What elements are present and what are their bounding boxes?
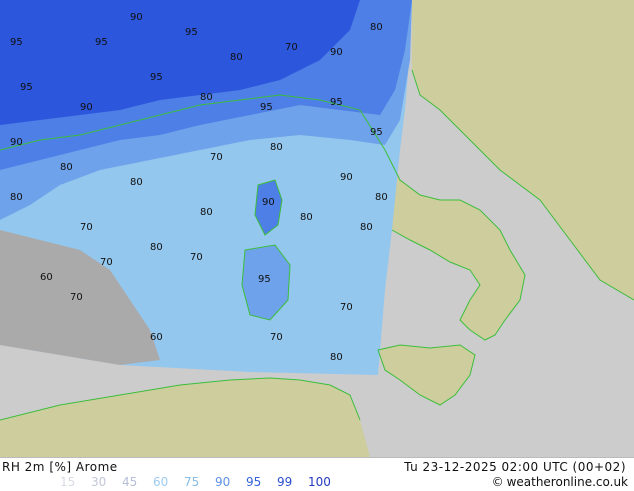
contour-label: 90 — [262, 197, 275, 208]
contour-label: 80 — [130, 177, 143, 188]
contour-label: 70 — [285, 42, 298, 53]
parameter-title: RH 2m [%] Arome — [2, 460, 118, 474]
contour-label: 95 — [370, 127, 383, 138]
contour-label: 70 — [210, 152, 223, 163]
contour-label: 60 — [150, 332, 163, 343]
contour-label: 90 — [340, 172, 353, 183]
legend-value: 75 — [184, 475, 200, 489]
contour-label: 70 — [270, 332, 283, 343]
legend-value: 15 — [60, 475, 76, 489]
legend-value: 45 — [122, 475, 138, 489]
contour-label: 95 — [150, 72, 163, 83]
contour-label: 90 — [130, 12, 143, 23]
contour-label: 80 — [375, 192, 388, 203]
contour-label: 90 — [10, 137, 23, 148]
legend-value: 95 — [246, 475, 262, 489]
color-legend: 15 30 45 60 75 90 95 99 100 — [60, 475, 339, 489]
copyright-icon: © — [491, 475, 504, 489]
contour-label: 80 — [360, 222, 373, 233]
footer-row-bottom: 15 30 45 60 75 90 95 99 100 © weatheronl… — [0, 475, 634, 491]
contour-label: 80 — [270, 142, 283, 153]
map-footer: RH 2m [%] Arome Tu 23-12-2025 02:00 UTC … — [0, 457, 634, 491]
contour-label: 80 — [200, 92, 213, 103]
map-canvas: 95 95 90 95 80 70 90 80 95 90 95 80 95 9… — [0, 0, 634, 457]
contour-label: 70 — [80, 222, 93, 233]
legend-value: 60 — [153, 475, 169, 489]
contour-label: 90 — [330, 47, 343, 58]
legend-value: 99 — [277, 475, 293, 489]
contour-label: 95 — [95, 37, 108, 48]
legend-value: 90 — [215, 475, 231, 489]
contour-label: 95 — [185, 27, 198, 38]
legend-value: 100 — [308, 475, 331, 489]
contour-label: 95 — [20, 82, 33, 93]
contour-label: 80 — [200, 207, 213, 218]
contour-label: 70 — [100, 257, 113, 268]
contour-label: 80 — [230, 52, 243, 63]
valid-time: Tu 23-12-2025 02:00 UTC (00+02) — [404, 460, 626, 474]
contour-label: 95 — [10, 37, 23, 48]
contour-label: 90 — [80, 102, 93, 113]
contour-label: 70 — [70, 292, 83, 303]
credit[interactable]: © weatheronline.co.uk — [492, 475, 628, 489]
contour-label: 60 — [40, 272, 53, 283]
footer-row-top: RH 2m [%] Arome Tu 23-12-2025 02:00 UTC … — [0, 460, 634, 476]
contour-label: 95 — [330, 97, 343, 108]
rh-map: 95 95 90 95 80 70 90 80 95 90 95 80 95 9… — [0, 0, 634, 457]
contour-label: 95 — [258, 274, 271, 285]
contour-label: 95 — [260, 102, 273, 113]
contour-label: 70 — [190, 252, 203, 263]
contour-label: 80 — [10, 192, 23, 203]
legend-value: 30 — [91, 475, 107, 489]
contour-label: 80 — [370, 22, 383, 33]
contour-label: 80 — [330, 352, 343, 363]
contour-label: 80 — [60, 162, 73, 173]
contour-label: 80 — [300, 212, 313, 223]
contour-label: 70 — [340, 302, 353, 313]
credit-text[interactable]: weatheronline.co.uk — [507, 475, 628, 489]
contour-label: 80 — [150, 242, 163, 253]
